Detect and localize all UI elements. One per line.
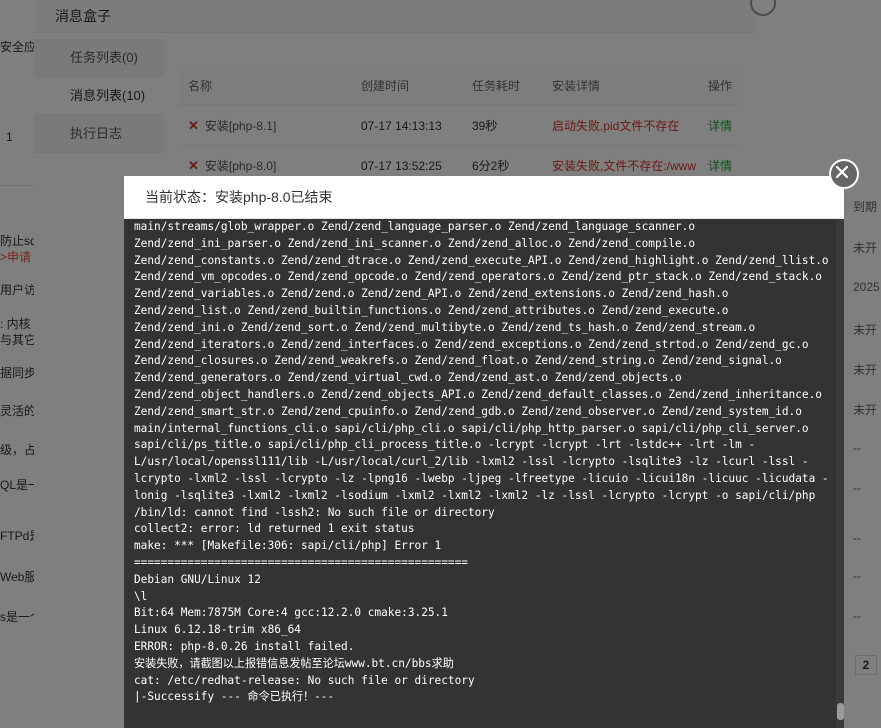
log-line: main/internal_functions_cli.o sapi/cli/p… [134,421,809,435]
log-output[interactable]: main/streams/glob_wrapper.o Zend/zend_la… [124,219,844,728]
log-line: \l [134,589,148,603]
log-line: cat: /etc/redhat-release: No such file o… [134,673,475,687]
log-line: Zend/zend_constants.o Zend/zend_dtrace.o… [134,253,829,267]
log-line: L/usr/local/openssl111/lib -L/usr/local/… [134,455,809,469]
log-text: main/streams/glob_wrapper.o Zend/zend_la… [134,219,844,706]
log-line: Debian GNU/Linux 12 [134,572,261,586]
log-status-title: 当前状态：安装php-8.0已结束 [124,176,844,219]
log-line: main/streams/glob_wrapper.o Zend/zend_la… [134,220,696,233]
log-line: Zend/zend_ini.o Zend/zend_sort.o Zend/ze… [134,320,756,334]
log-line: make: *** [Makefile:306: sapi/cli/php] E… [134,539,442,553]
log-line: Zend/zend_smart_str.o Zend/zend_cpuinfo.… [134,404,802,418]
log-line: Zend/zend_variables.o Zend/zend.o Zend/z… [134,287,729,301]
close-log-button[interactable] [829,159,859,189]
log-line: ERROR: php-8.0.26 install failed. [134,639,355,653]
log-line: Zend/zend_object_handlers.o Zend/zend_ob… [134,387,822,401]
log-line: lcrypto -lxml2 -lssl -lcrypto -lz -lpng1… [134,471,829,485]
install-log-dialog: 当前状态：安装php-8.0已结束 main/streams/glob_wrap… [124,176,844,728]
log-line: 安装失败，请截图以上报错信息发帖至论坛www.bt.cn/bbs求助 [134,656,454,670]
log-line: Zend/zend_generators.o Zend/zend_virtual… [134,371,682,385]
close-icon [836,166,848,178]
log-line: Zend/zend_closures.o Zend/zend_weakrefs.… [134,354,782,368]
log-line: sapi/cli/ps_title.o sapi/cli/php_cli_pro… [134,438,756,452]
log-line: collect2: error: ld returned 1 exit stat… [134,522,415,536]
log-line: Zend/zend_ini_parser.o Zend/zend_ini_sca… [134,236,696,250]
log-scrollbar-thumb[interactable] [837,703,844,720]
log-line: /bin/ld: cannot find -lssh2: No such fil… [134,505,495,519]
log-line: lonig -lsqlite3 -lxml2 -lxml2 -lsodium -… [134,488,816,502]
log-line: |-Successify --- 命令已执行！--- [134,690,335,704]
log-line: Zend/zend_iterators.o Zend/zend_interfac… [134,337,809,351]
log-line: Bit:64 Mem:7875M Core:4 gcc:12.2.0 cmake… [134,606,448,620]
log-line: ========================================… [134,555,468,569]
log-line: Linux 6.12.18-trim x86_64 [134,623,301,637]
log-line: Zend/zend_vm_opcodes.o Zend/zend_opcode.… [134,270,822,284]
log-line: Zend/zend_list.o Zend/zend_builtin_funct… [134,303,729,317]
log-scrollbar[interactable] [836,219,844,728]
